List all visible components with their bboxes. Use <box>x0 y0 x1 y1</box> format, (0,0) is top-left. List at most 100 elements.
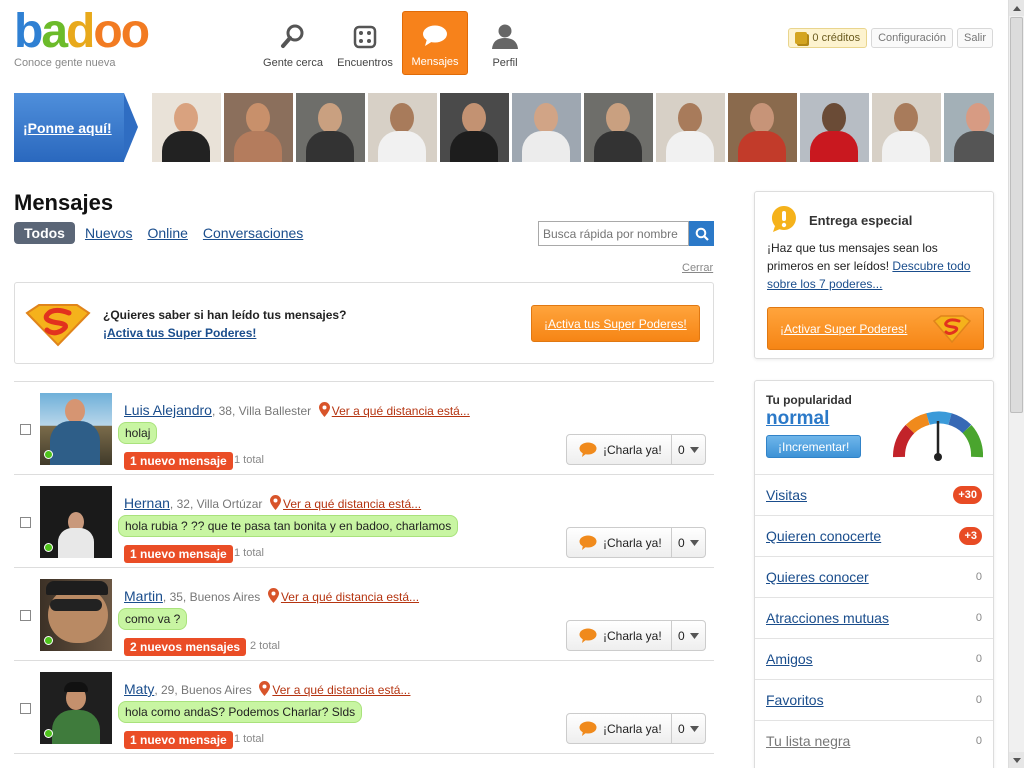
nav-perfil[interactable]: Perfil <box>472 11 538 75</box>
message-row[interactable]: Luis Alejandro, 38, Villa Ballester Ver … <box>14 382 714 475</box>
select-checkbox[interactable] <box>20 610 31 621</box>
message-preview[interactable]: hola como andaS? Podemos Charlar? Slds <box>118 701 363 723</box>
location-pin-icon <box>318 402 330 417</box>
strip-thumbnail[interactable] <box>944 93 994 162</box>
stat-label[interactable]: Visitas <box>766 487 807 503</box>
message-count-dropdown[interactable]: 0 <box>672 536 705 550</box>
stat-count: 0 <box>975 653 982 665</box>
page-scrollbar[interactable] <box>1008 0 1024 768</box>
strip-thumbnail[interactable] <box>656 93 725 162</box>
strip-thumbnail[interactable] <box>224 93 293 162</box>
activate-superpowers-button[interactable]: ¡Activa tus Super Poderes! <box>531 305 700 342</box>
nav-mensajes[interactable]: Mensajes <box>402 11 468 75</box>
distance-link[interactable]: Ver a qué distancia está... <box>283 497 421 511</box>
stat-favoritos[interactable]: Favoritos 0 <box>755 679 993 720</box>
credits-button[interactable]: 0 créditos <box>788 28 868 48</box>
nav-gente-cerca[interactable]: Gente cerca <box>258 11 328 75</box>
sender-name[interactable]: Hernan <box>124 495 170 511</box>
online-indicator <box>44 636 53 645</box>
stat-label[interactable]: Quieres conocer <box>766 569 869 585</box>
scroll-up-button[interactable] <box>1009 0 1024 16</box>
chat-now-button[interactable]: ¡Charla ya! <box>567 528 672 557</box>
logout-button[interactable]: Salir <box>956 28 993 48</box>
stat-quieres-conocer[interactable]: Quieres conocer 0 <box>755 556 993 597</box>
sender-name[interactable]: Maty <box>124 681 154 697</box>
strip-thumbnail[interactable] <box>368 93 437 162</box>
logo-letter: d <box>66 5 95 58</box>
chat-now-button[interactable]: ¡Charla ya! <box>567 621 672 650</box>
promo-link[interactable]: ¡Activa tus Super Poderes! <box>103 326 256 340</box>
tab-online[interactable]: Online <box>147 225 187 241</box>
select-checkbox[interactable] <box>20 517 31 528</box>
message-count-dropdown[interactable]: 0 <box>672 722 705 736</box>
strip-thumbnail[interactable] <box>728 93 797 162</box>
button-label: ¡Activar Super Poderes! <box>780 321 908 336</box>
message-preview[interactable]: holaj <box>118 422 158 444</box>
increase-button[interactable]: ¡Incrementar! <box>766 435 862 458</box>
stat-atracciones-mutuas[interactable]: Atracciones mutuas 0 <box>755 597 993 638</box>
strip-thumbnail[interactable] <box>512 93 581 162</box>
stat-label[interactable]: Atracciones mutuas <box>766 610 889 626</box>
tab-nuevos[interactable]: Nuevos <box>85 225 132 241</box>
close-link[interactable]: Cerrar <box>682 262 713 274</box>
strip-thumbnail[interactable] <box>800 93 869 162</box>
strip-thumbnail[interactable] <box>872 93 941 162</box>
stat-quieren-conocerte[interactable]: Quieren conocerte +3 <box>755 515 993 556</box>
stat-label[interactable]: Favoritos <box>766 692 824 708</box>
superman-shield-icon <box>25 304 91 347</box>
message-preview[interactable]: como va ? <box>118 608 188 630</box>
scrollbar-thumb[interactable] <box>1010 17 1023 413</box>
stat-lista-negra[interactable]: Tu lista negra 0 <box>755 720 993 761</box>
message-row[interactable]: Hernan, 32, Villa Ortúzar Ver a qué dist… <box>14 475 714 568</box>
account-links: 0 créditos Configuración Salir <box>788 28 993 48</box>
online-indicator <box>44 450 53 459</box>
settings-button[interactable]: Configuración <box>871 28 953 48</box>
stat-badge: +3 <box>959 527 982 545</box>
count-value: 0 <box>678 535 685 550</box>
messages-list: Luis Alejandro, 38, Villa Ballester Ver … <box>14 381 714 754</box>
stat-label[interactable]: Quieren conocerte <box>766 528 881 544</box>
message-preview[interactable]: hola rubia ? ?? que te pasa tan bonita y… <box>118 515 459 537</box>
strip-thumbnail[interactable] <box>440 93 509 162</box>
distance-link[interactable]: Ver a qué distancia está... <box>272 683 410 697</box>
tab-todos[interactable]: Todos <box>14 222 75 244</box>
stat-label[interactable]: Amigos <box>766 651 813 667</box>
message-row[interactable]: Martin, 35, Buenos Aires Ver a qué dista… <box>14 568 714 661</box>
sender-name[interactable]: Martin <box>124 588 163 604</box>
strip-thumbnail[interactable] <box>584 93 653 162</box>
ponme-aqui-button[interactable]: ¡Ponme aquí! <box>14 93 138 162</box>
dice-icon <box>353 25 377 49</box>
strip-thumbnail[interactable] <box>152 93 221 162</box>
count-value: 0 <box>678 442 685 457</box>
search-input[interactable] <box>538 221 689 246</box>
stat-visitas[interactable]: Visitas +30 <box>755 474 993 515</box>
sender-name[interactable]: Luis Alejandro <box>124 402 212 418</box>
distance-link[interactable]: Ver a qué distancia está... <box>281 590 419 604</box>
new-messages-badge: 2 nuevos mensajes <box>124 638 247 656</box>
online-indicator <box>44 543 53 552</box>
message-count-dropdown[interactable]: 0 <box>672 443 705 457</box>
search-button[interactable] <box>689 221 714 246</box>
message-row[interactable]: Maty, 29, Buenos Aires Ver a qué distanc… <box>14 661 714 754</box>
select-checkbox[interactable] <box>20 424 31 435</box>
scroll-down-button[interactable] <box>1009 752 1024 768</box>
badoo-logo[interactable]: b a d o o <box>14 5 150 58</box>
chat-now-button[interactable]: ¡Charla ya! <box>567 714 672 743</box>
superman-shield-icon <box>933 315 971 343</box>
coins-icon <box>795 32 808 44</box>
activate-superpowers-side-button[interactable]: ¡Activar Super Poderes! <box>767 307 984 350</box>
chat-now-button[interactable]: ¡Charla ya! <box>567 435 672 464</box>
stat-label[interactable]: Tu lista negra <box>766 733 850 749</box>
message-count-dropdown[interactable]: 0 <box>672 629 705 643</box>
user-icon <box>492 24 518 49</box>
nav-encuentros[interactable]: Encuentros <box>332 11 398 75</box>
stat-amigos[interactable]: Amigos 0 <box>755 638 993 679</box>
strip-thumbnail[interactable] <box>296 93 365 162</box>
tab-conversaciones[interactable]: Conversaciones <box>203 225 303 241</box>
popularity-value[interactable]: normal <box>766 408 829 430</box>
chat-bubble-icon <box>579 442 597 457</box>
distance-link[interactable]: Ver a qué distancia está... <box>332 404 470 418</box>
strip-thumbnails <box>152 93 994 162</box>
search-icon <box>695 227 709 241</box>
select-checkbox[interactable] <box>20 703 31 714</box>
